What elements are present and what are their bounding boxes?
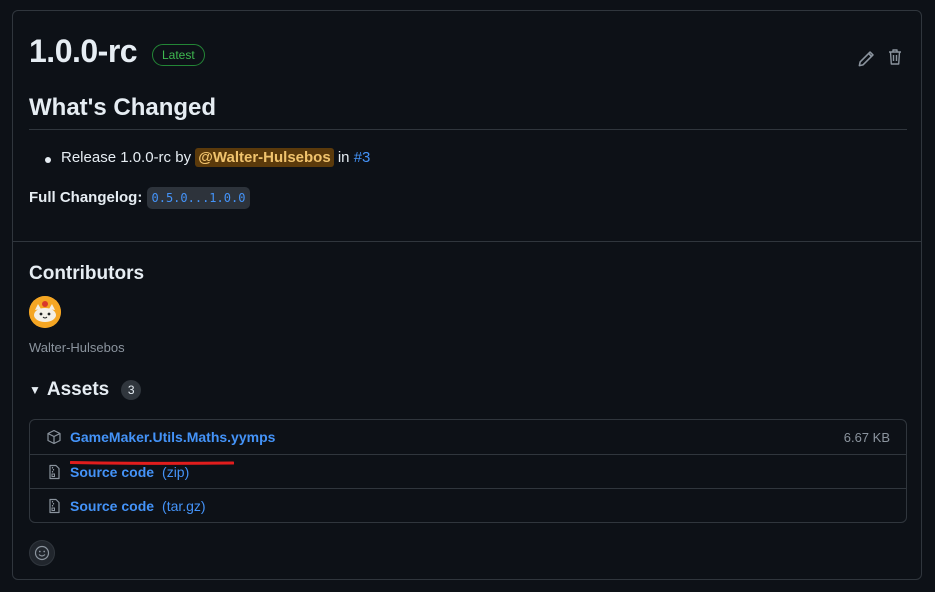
user-mention-link[interactable]: @Walter-Hulsebos <box>195 148 334 167</box>
file-zip-icon <box>49 464 60 479</box>
list-bullet <box>45 157 51 163</box>
asset-link[interactable]: Source code <box>70 464 154 480</box>
assets-count-badge: 3 <box>121 380 142 400</box>
smiley-icon <box>34 545 50 561</box>
contributors-heading: Contributors <box>29 263 145 284</box>
changelog-compare-link[interactable]: 0.5.0...1.0.0 <box>146 187 251 209</box>
latest-badge: Latest <box>152 44 205 66</box>
whats-changed-heading: What's Changed <box>29 94 217 121</box>
heading-rule <box>29 129 907 130</box>
asset-row[interactable]: GameMaker.Utils.Maths.yymps 6.67 KB <box>30 420 906 465</box>
section-divider <box>13 241 921 242</box>
asset-link[interactable]: GameMaker.Utils.Maths.yymps <box>70 429 275 445</box>
asset-ext[interactable]: (tar.gz) <box>162 498 206 514</box>
asset-row[interactable]: Source code (zip) <box>30 454 906 488</box>
assets-list: GameMaker.Utils.Maths.yymps 6.67 KB Sour… <box>29 419 907 523</box>
package-icon <box>47 429 61 445</box>
release-note-item: Release 1.0.0-rc by @Walter-Hulsebos in … <box>61 148 371 167</box>
contributor-avatar[interactable] <box>29 296 61 328</box>
cat-avatar-icon <box>29 296 61 328</box>
contributor-name[interactable]: Walter-Hulsebos <box>29 340 125 355</box>
trash-icon[interactable] <box>887 48 903 66</box>
pull-request-link[interactable]: #3 <box>354 149 371 166</box>
add-reaction-button[interactable] <box>29 540 55 566</box>
asset-ext[interactable]: (zip) <box>162 464 189 480</box>
changelog-label: Full Changelog: <box>29 189 143 206</box>
release-title[interactable]: 1.0.0-rc <box>29 33 138 70</box>
pencil-icon[interactable] <box>857 50 875 68</box>
in-text: in <box>337 149 350 166</box>
assets-heading: Assets <box>46 379 110 400</box>
release-note-text: Release 1.0.0-rc by <box>61 149 192 166</box>
asset-link[interactable]: Source code <box>70 498 154 514</box>
asset-size: 6.67 KB <box>843 429 890 445</box>
assets-toggle[interactable]: ▼ Assets 3 <box>29 379 142 401</box>
release-card: 1.0.0-rc Latest What's Changed Release 1… <box>12 10 922 580</box>
full-changelog: Full Changelog: 0.5.0...1.0.0 <box>29 187 251 209</box>
caret-down-icon: ▼ <box>29 383 41 397</box>
file-zip-icon <box>49 498 60 513</box>
asset-row[interactable]: Source code (tar.gz) <box>30 488 906 522</box>
